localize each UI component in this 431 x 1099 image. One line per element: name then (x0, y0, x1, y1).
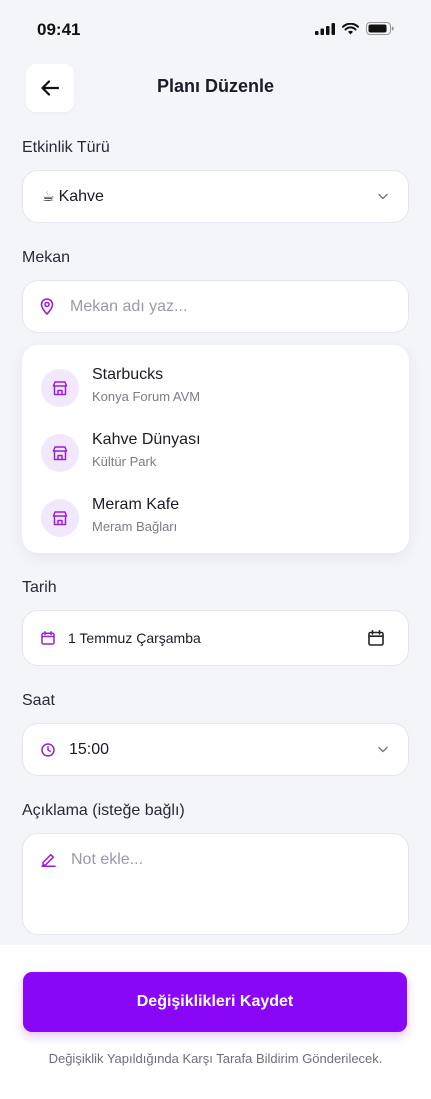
date-picker[interactable]: 1 Temmuz Çarşamba (22, 610, 409, 666)
venue-label: Mekan (22, 249, 71, 266)
battery-icon (366, 22, 394, 35)
time-label: Saat (22, 692, 55, 709)
page-title: Planı Düzenle (156, 76, 275, 96)
store-icon (41, 434, 79, 472)
event-type-select[interactable]: ☕ Kahve (22, 170, 409, 223)
event-type-value: Kahve (58, 187, 104, 205)
calendar-picker-icon[interactable] (368, 630, 384, 646)
status-bar: 09:41 (0, 0, 431, 60)
status-time: 09:41 (37, 20, 81, 39)
venue-suggestion-meram-kafe[interactable]: Meram Kafe Meram Bağları (22, 488, 409, 548)
venue-suggestion-kahve-dunyasi[interactable]: Kahve Dünyası Kültür Park (22, 423, 409, 483)
venue-location: Meram Bağları (92, 519, 178, 534)
chevron-down-icon (378, 193, 388, 199)
time-value: 15:00 (69, 740, 110, 758)
description-label: Açıklama (isteğe bağlı) (22, 802, 185, 819)
venue-name: Kahve Dünyası (92, 431, 201, 448)
venue-suggestions: Starbucks Konya Forum AVM Kahve Dünyası … (22, 345, 409, 553)
signal-icon (315, 22, 335, 35)
location-pin-icon (40, 298, 54, 315)
date-label: Tarih (22, 579, 57, 596)
save-changes-button[interactable]: Değişiklikleri Kaydet (23, 972, 407, 1032)
coffee-icon: ☕ (42, 188, 55, 204)
status-icons (315, 22, 394, 35)
venue-suggestion-starbucks[interactable]: Starbucks Konya Forum AVM (22, 358, 409, 418)
calendar-icon (41, 631, 55, 645)
bottom-action-area: Değişiklikleri Kaydet Değişiklik Yapıldı… (0, 945, 431, 1099)
venue-location: Konya Forum AVM (92, 389, 201, 404)
description-placeholder: Not ekle... (71, 851, 144, 868)
notification-note: Değişiklik Yapıldığında Karşı Tarafa Bil… (48, 1051, 383, 1066)
venue-name: Starbucks (92, 366, 164, 383)
description-textarea[interactable]: Not ekle... (22, 833, 409, 935)
event-type-label: Etkinlik Türü (22, 139, 110, 156)
venue-search-input[interactable]: Mekan adı yaz... (22, 280, 409, 333)
time-select[interactable]: 15:00 (22, 723, 409, 776)
pencil-icon (41, 853, 56, 867)
header: Planı Düzenle (0, 60, 431, 116)
store-icon (41, 369, 79, 407)
date-value: 1 Temmuz Çarşamba (68, 630, 201, 646)
venue-placeholder: Mekan adı yaz... (70, 297, 188, 315)
venue-name: Meram Kafe (92, 496, 180, 513)
venue-location: Kültür Park (92, 454, 157, 469)
clock-icon (41, 742, 55, 757)
chevron-down-icon (378, 746, 388, 752)
wifi-icon (342, 22, 359, 34)
store-icon (41, 499, 79, 537)
